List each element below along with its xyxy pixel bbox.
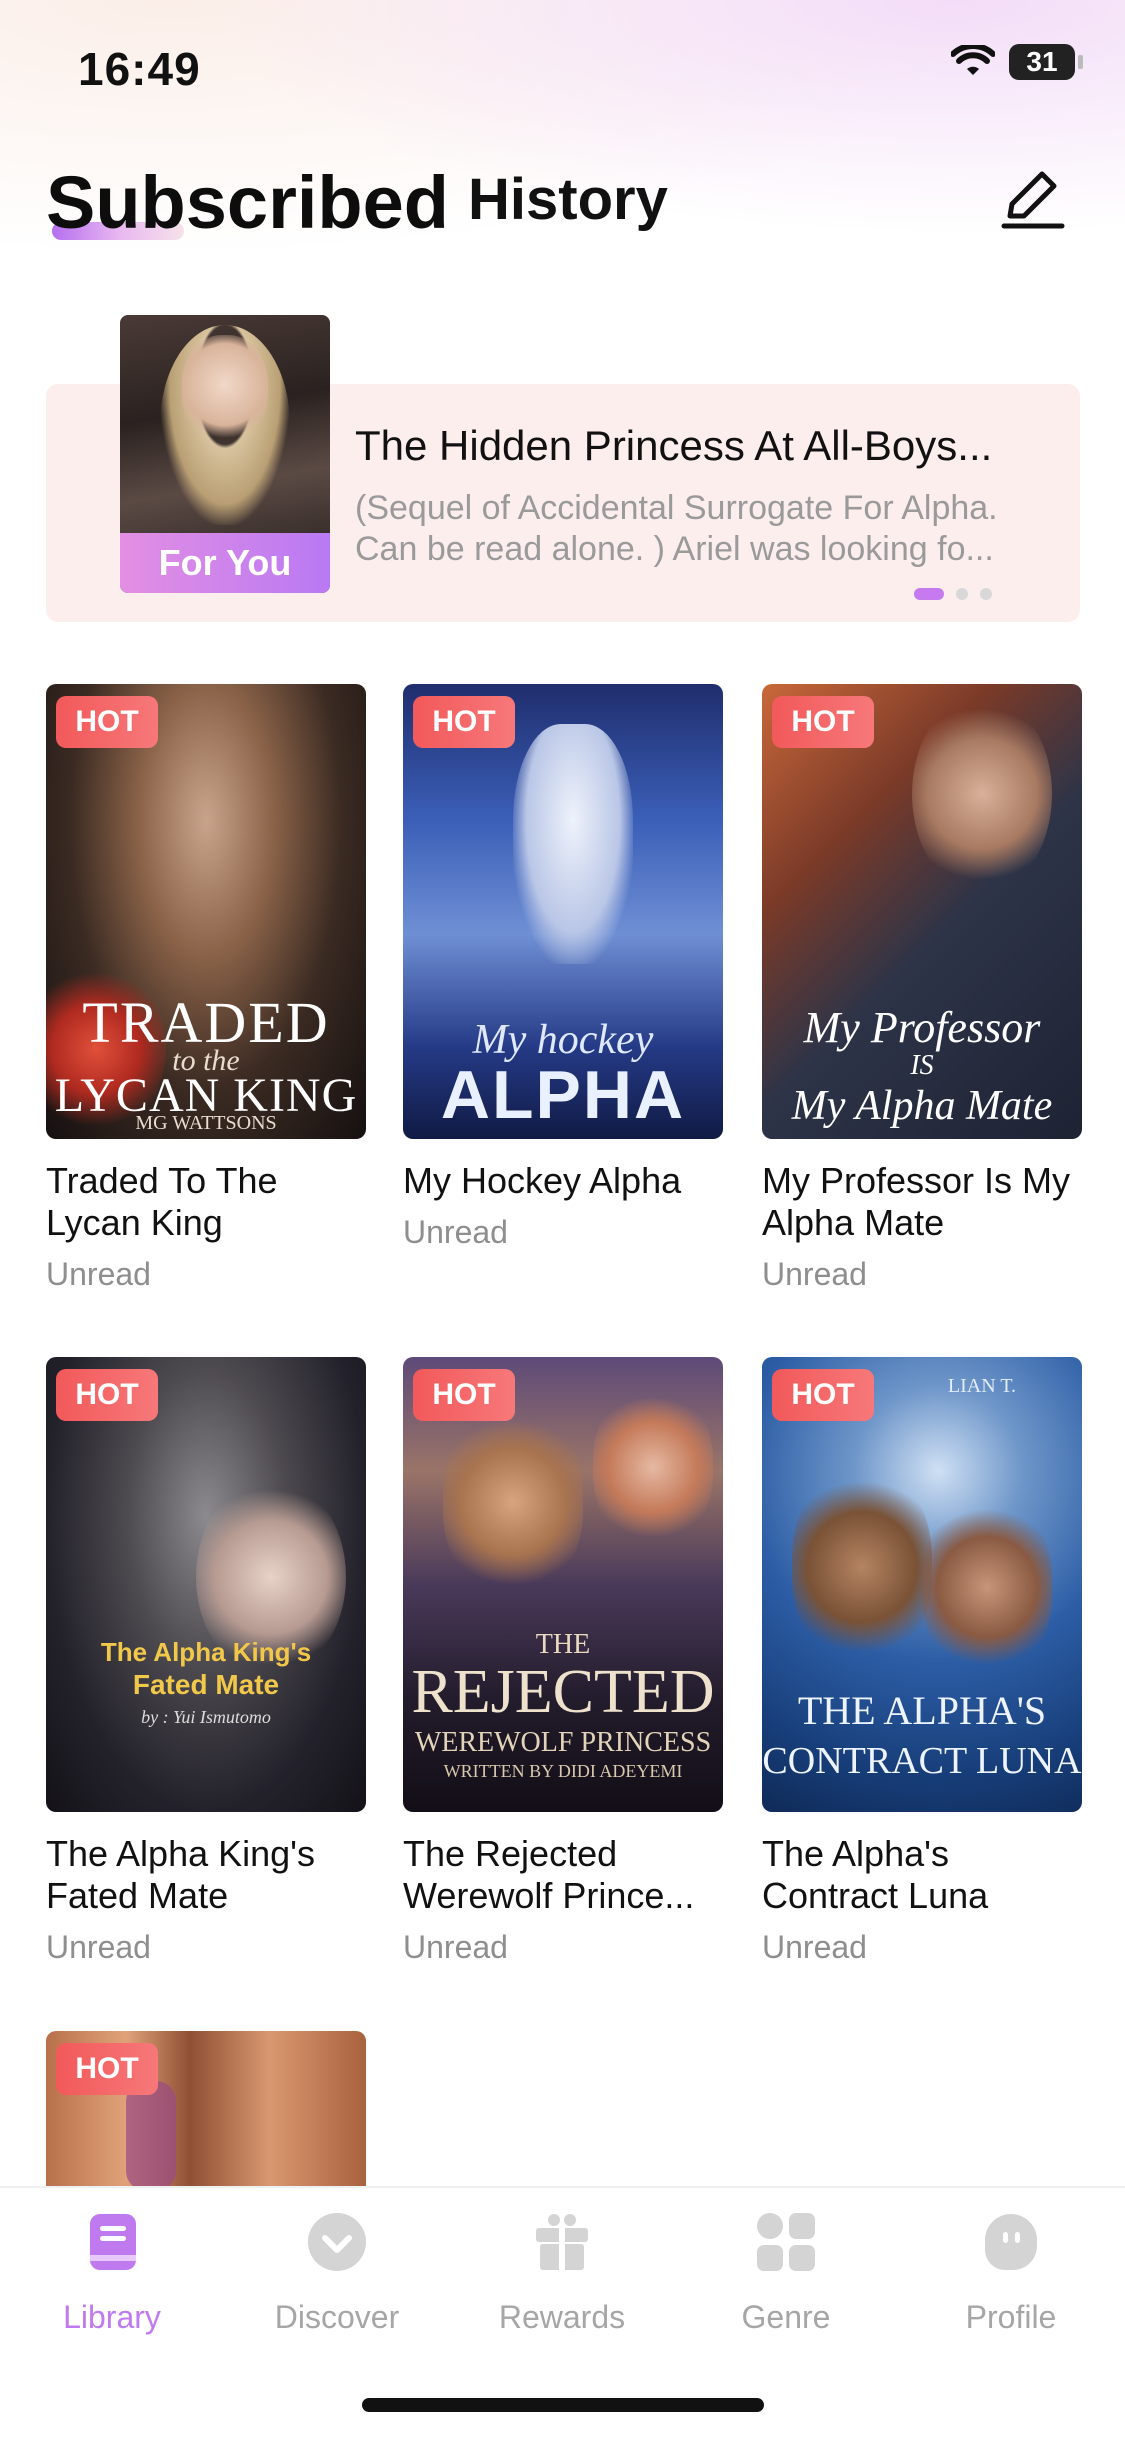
tab-history[interactable]: History xyxy=(468,166,668,233)
nav-label: Discover xyxy=(274,2299,400,2335)
hot-badge: HOT xyxy=(56,2043,158,2095)
book-cover[interactable]: My Professor IS My Alpha Mate HOT xyxy=(762,684,1082,1139)
hot-badge: HOT xyxy=(413,1369,515,1421)
battery-icon: 31 xyxy=(1009,44,1083,80)
banner-description: (Sequel of Accidental Surrogate For Alph… xyxy=(355,489,998,568)
grid-icon xyxy=(757,2213,815,2271)
page-dot xyxy=(980,588,992,600)
book-title[interactable]: The Alpha King's Fated Mate xyxy=(46,1833,376,1917)
book-cover[interactable]: My hockey ALPHA HOT xyxy=(403,684,723,1139)
banner-page-indicator xyxy=(914,588,992,600)
page-dot-active xyxy=(914,588,944,600)
pencil-icon xyxy=(1001,171,1065,229)
hot-badge: HOT xyxy=(413,696,515,748)
nav-profile[interactable]: Profile xyxy=(921,2210,1101,2336)
cover-title: REJECTED xyxy=(411,1658,715,1726)
read-status: Unread xyxy=(46,1256,151,1292)
banner-book-cover[interactable]: For You xyxy=(120,315,330,593)
nav-label: Library xyxy=(63,2299,161,2335)
cover-author: WRITTEN BY DIDI ADEYEMI xyxy=(443,1761,683,1781)
status-icons: 31 xyxy=(951,44,1083,80)
cover-author: by : Yui Ismutomo xyxy=(141,1707,271,1727)
page-dot xyxy=(956,588,968,600)
cover-title-2: WEREWOLF PRINCESS xyxy=(414,1727,712,1758)
book-title[interactable]: Traded To The Lycan King xyxy=(46,1160,376,1244)
edit-button[interactable] xyxy=(996,160,1070,234)
hot-badge: HOT xyxy=(772,1369,874,1421)
tab-subscribed[interactable]: Subscribed xyxy=(46,160,449,245)
hot-badge: HOT xyxy=(772,696,874,748)
read-status: Unread xyxy=(762,1256,867,1292)
book-title[interactable]: My Hockey Alpha xyxy=(403,1160,733,1202)
nav-genre[interactable]: Genre xyxy=(696,2210,876,2336)
cover-title-2: CONTRACT LUNA xyxy=(762,1740,1082,1782)
status-time: 16:49 xyxy=(78,43,201,95)
read-status: Unread xyxy=(403,1214,508,1250)
book-cover[interactable]: THE REJECTED WEREWOLF PRINCESS WRITTEN B… xyxy=(403,1357,723,1812)
cover-title: My Professor xyxy=(803,1003,1041,1052)
home-indicator xyxy=(362,2398,764,2412)
book-cover[interactable]: The Alpha King's Fated Mate by : Yui Ism… xyxy=(46,1357,366,1812)
cover-title: THE ALPHA'S xyxy=(797,1688,1047,1733)
nav-discover[interactable]: Discover xyxy=(247,2210,427,2336)
book-title[interactable]: The Alpha's Contract Luna xyxy=(762,1833,1092,1917)
cover-title-2: ALPHA xyxy=(440,1057,686,1133)
book-cover[interactable]: LIAN T. THE ALPHA'S CONTRACT LUNA HOT xyxy=(762,1357,1082,1812)
hot-badge: HOT xyxy=(56,696,158,748)
for-you-badge: For You xyxy=(120,533,330,593)
compass-icon xyxy=(308,2213,366,2271)
book-icon xyxy=(90,2214,136,2270)
wifi-icon xyxy=(951,45,995,75)
cover-author: MG WATTSONS xyxy=(135,1112,277,1134)
banner-title[interactable]: The Hidden Princess At All-Boys... xyxy=(355,422,1045,470)
book-title[interactable]: My Professor Is My Alpha Mate xyxy=(762,1160,1092,1244)
hot-badge: HOT xyxy=(56,1369,158,1421)
cover-subtitle: IS xyxy=(910,1050,934,1081)
nav-label: Genre xyxy=(741,2299,831,2335)
nav-rewards[interactable]: Rewards xyxy=(472,2210,652,2336)
book-cover[interactable]: TRADED to the LYCAN KING MG WATTSONS HOT xyxy=(46,684,366,1139)
nav-label: Rewards xyxy=(498,2299,626,2335)
read-status: Unread xyxy=(403,1929,508,1965)
book-title[interactable]: The Rejected Werewolf Prince... xyxy=(403,1833,733,1917)
profile-icon xyxy=(985,2214,1037,2270)
read-status: Unread xyxy=(762,1929,867,1965)
book-cover[interactable]: HOT xyxy=(46,2031,366,2191)
nav-label: Profile xyxy=(965,2299,1057,2335)
nav-library[interactable]: Library xyxy=(22,2210,202,2336)
cover-title-2: Fated Mate xyxy=(132,1669,280,1700)
cover-title: The Alpha King's xyxy=(100,1637,312,1667)
gift-icon xyxy=(536,2214,588,2270)
read-status: Unread xyxy=(46,1929,151,1965)
cover-title-2: My Alpha Mate xyxy=(791,1083,1053,1129)
